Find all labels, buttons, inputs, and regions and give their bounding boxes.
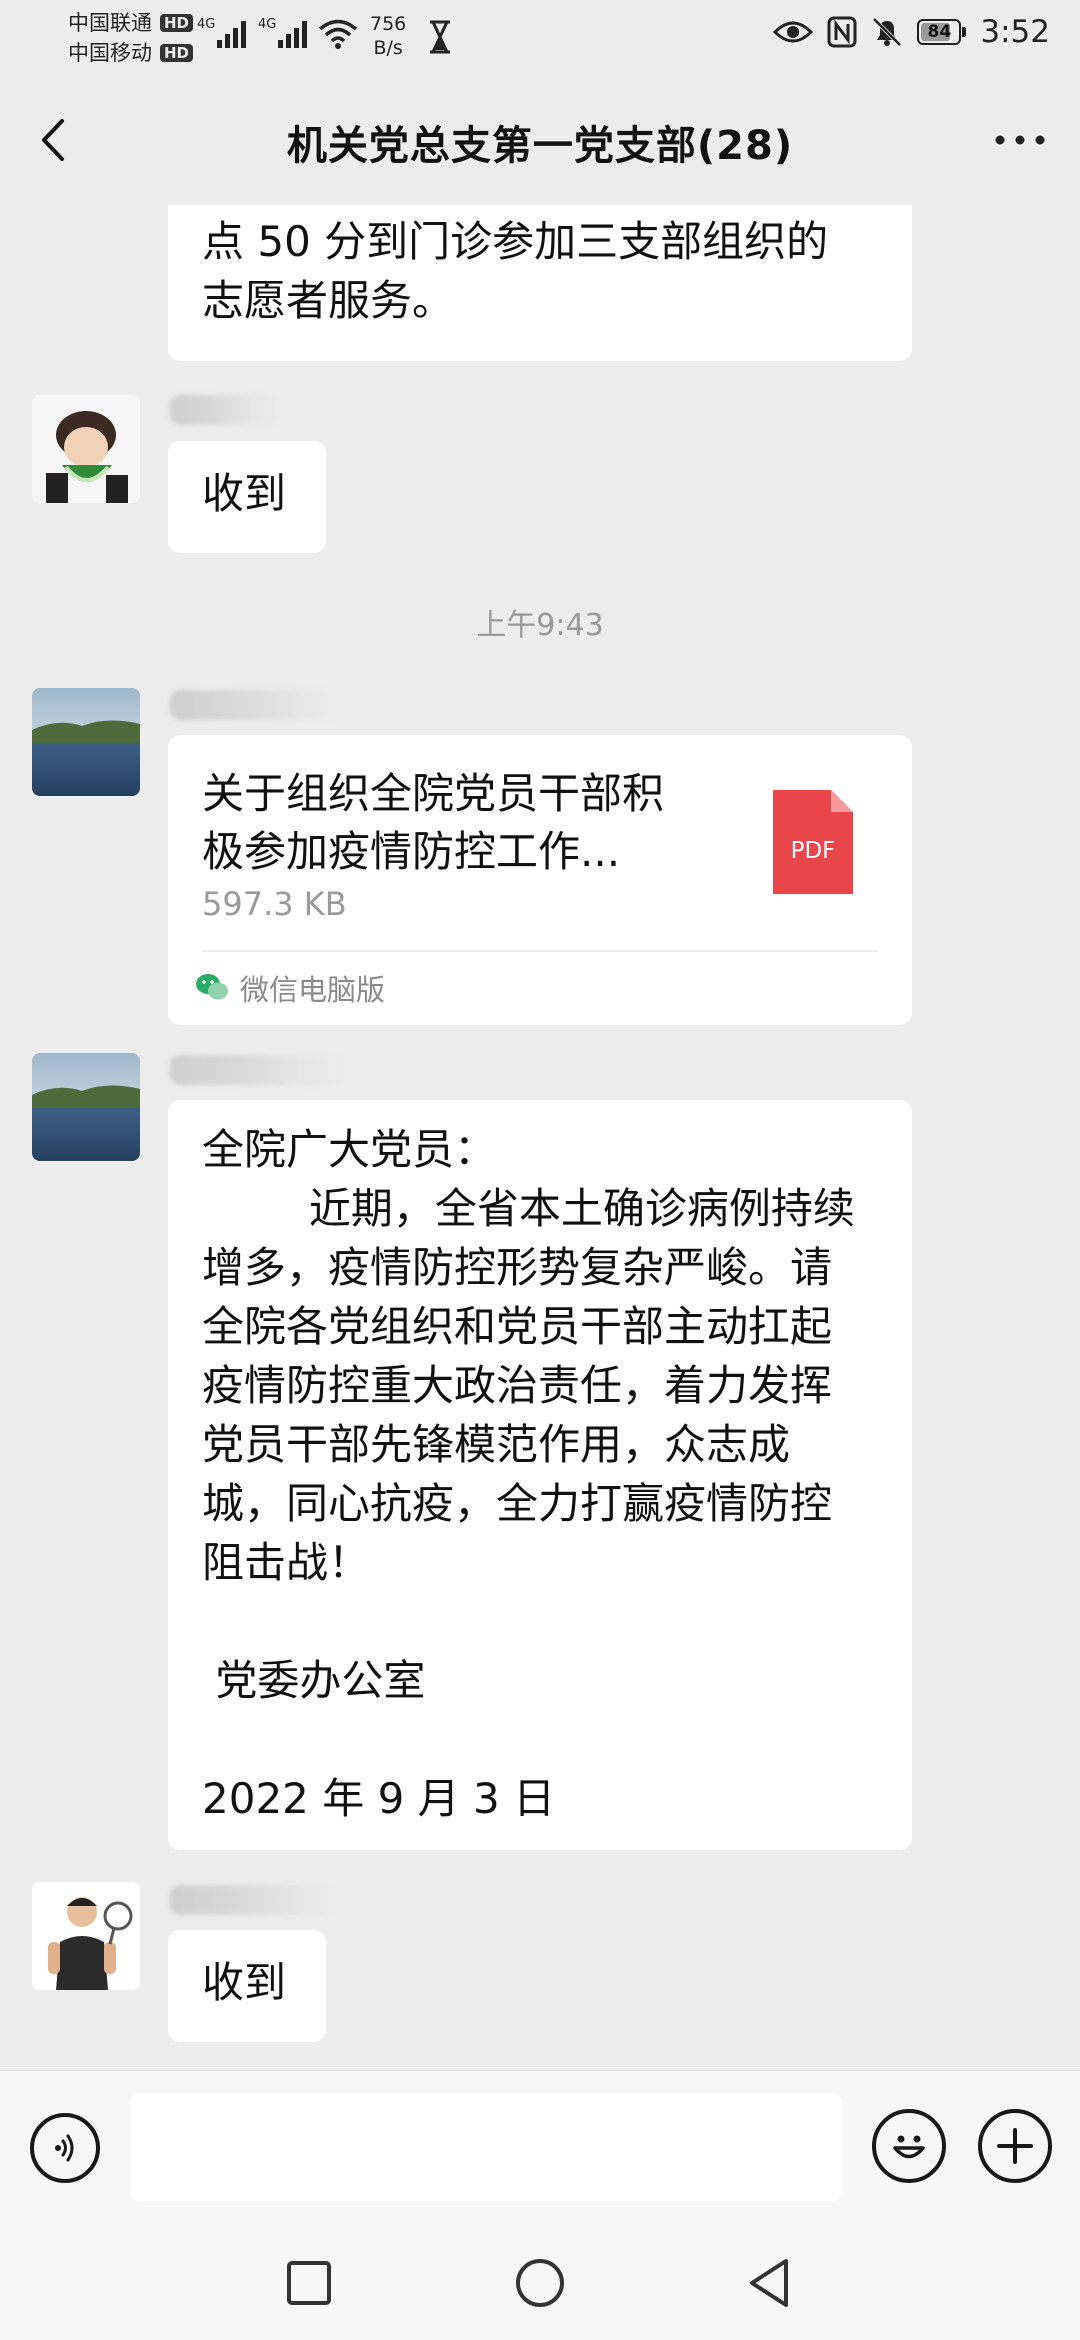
avatar[interactable] [32,688,140,796]
input-bar [0,2070,1080,2226]
source-label: 微信电脑版 [240,973,386,1007]
pdf-file-icon: PDF [773,790,853,894]
message-timestamp: 上午9:43 [476,608,604,643]
more-icon[interactable] [990,117,1050,163]
emoji-icon [893,2135,925,2159]
mute-bell-icon [872,17,902,47]
message-bubble[interactable]: 收到 [168,1930,326,2042]
svg-text:4G: 4G [258,17,276,32]
back-triangle-icon[interactable] [742,2255,798,2311]
battery-icon: 84 [917,19,962,45]
wechat-icon [196,974,228,1000]
file-info: 关于组织全院党员干部积 极参加疫情防控工作... 597.3 KB [202,765,732,923]
message-text: 日程有红的穿上志愿者服装，于 8 点 50 分到门诊参加三支部组织的 志愿者服务… [202,205,830,325]
carrier-info: 中国联通 HD 中国移动 HD [68,8,194,68]
wifi-icon [318,19,358,49]
recents-icon[interactable] [281,2255,337,2311]
hd-badge: HD [160,44,194,62]
message-bubble[interactable]: 收到 [168,441,326,553]
file-title: 关于组织全院党员干部积 极参加疫情防控工作... [202,769,665,876]
hourglass-icon [430,20,450,54]
system-navigation [0,2225,1080,2340]
hd-badge: HD [160,14,194,32]
avatar-image [32,395,140,503]
plus-button[interactable] [978,2109,1052,2183]
status-bar: 中国联通 HD 中国移动 HD 4G 4G 756 B/s 84 3:52 [0,0,1080,75]
message-input[interactable] [130,2093,842,2201]
message-source: 微信电脑版 [194,967,385,1009]
svg-text:4G: 4G [197,17,215,32]
signal-icon: 4G [197,17,246,48]
avatar[interactable] [32,1053,140,1161]
voice-icon [55,2134,74,2162]
avatar[interactable] [32,395,140,503]
sender-name-blurred [170,1885,340,1915]
carrier-2: 中国移动 [68,41,152,65]
pdf-badge: PDF [791,838,836,864]
voice-button[interactable] [30,2113,100,2183]
net-speed: 756 B/s [370,13,407,59]
message-bubble[interactable]: 全院广大党员： 近期，全省本土确诊病例持续 增多，疫情防控形势复杂严峻。请 全院… [168,1100,912,1850]
emoji-button[interactable] [872,2109,946,2183]
battery-level: 84 [927,22,952,42]
sender-name-blurred [170,1055,345,1085]
message-text: 收到 [202,1958,287,2007]
plus-icon [997,2128,1033,2164]
battery-indicator: 84 [917,19,967,45]
sender-name-blurred [170,690,340,720]
file-size: 597.3 KB [202,885,347,923]
battery-tip [962,27,967,37]
avatar-image [32,1882,140,1990]
chat-header: 机关党总支第一党支部(28) [0,75,1080,205]
clock: 3:52 [980,14,1050,50]
sender-name-blurred [170,395,280,425]
chat-title: 机关党总支第一党支部(28) [286,123,794,169]
divider [202,950,878,952]
status-icons: 84 3:52 [773,14,1050,50]
signal-icon: 4G [258,17,307,48]
avatar[interactable] [32,1882,140,1990]
nfc-icon [827,16,857,48]
message-bubble[interactable]: 日程有红的穿上志愿者服装，于 8 点 50 分到门诊参加三支部组织的 志愿者服务… [168,205,912,361]
avatar-image [32,688,140,796]
avatar-image [32,1053,140,1161]
file-message-bubble[interactable]: 关于组织全院党员干部积 极参加疫情防控工作... 597.3 KB PDF 微信… [168,735,912,1025]
message-list[interactable]: 日程有红的穿上志愿者服装，于 8 点 50 分到门诊参加三支部组织的 志愿者服务… [0,205,1080,2070]
eye-comfort-icon [773,21,814,43]
home-icon[interactable] [512,2255,568,2311]
message-text: 全院广大党员： 近期，全省本土确诊病例持续 增多，疫情防控形势复杂严峻。请 全院… [202,1125,855,1823]
message-text: 收到 [202,469,287,518]
carrier-1: 中国联通 [68,11,152,35]
